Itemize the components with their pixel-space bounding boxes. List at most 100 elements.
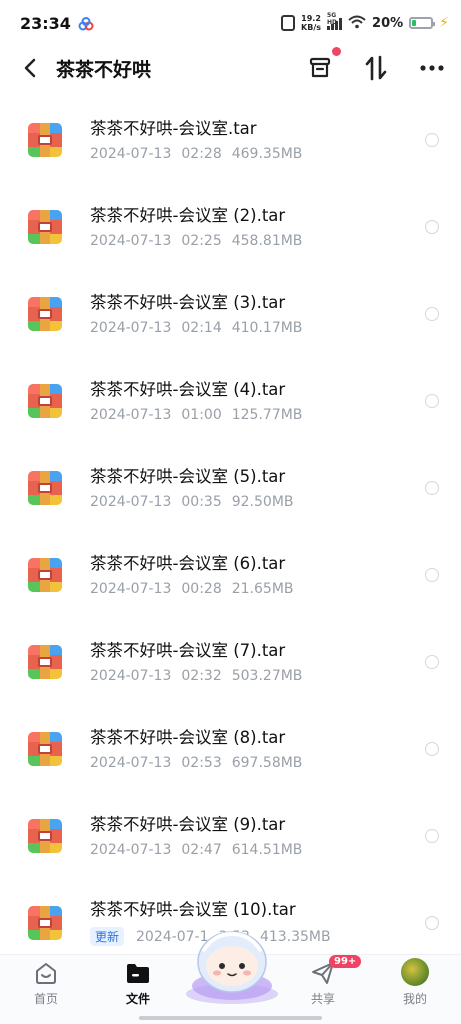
sort-button[interactable]: [361, 53, 391, 83]
network-speed-unit: KB/s: [301, 23, 322, 32]
file-time: 00:35: [181, 493, 222, 510]
file-date: 2024-07-13: [90, 232, 172, 249]
file-time: 02:14: [181, 319, 222, 336]
select-radio[interactable]: [425, 132, 439, 147]
select-radio[interactable]: [425, 219, 439, 234]
file-size: 410.17MB: [231, 319, 303, 336]
file-name: 茶茶不好哄-会议室 (2).tar: [90, 205, 286, 225]
file-time: 02:32: [181, 667, 222, 684]
file-date: 2024-07-13: [90, 580, 172, 597]
file-time: 02:25: [181, 232, 222, 249]
archive-file-icon: [28, 470, 62, 505]
select-radio[interactable]: [425, 915, 439, 930]
file-row[interactable]: 茶茶不好哄-会议室 (9).tar 2024-07-13 02:47 614.5…: [0, 792, 461, 879]
network-speed-value: 19.2: [301, 14, 321, 23]
folder-icon: [125, 960, 151, 986]
file-date: 2024-07-13: [90, 754, 172, 771]
more-button[interactable]: [417, 53, 447, 83]
status-time: 23:34: [20, 13, 71, 33]
file-name: 茶茶不好哄-会议室 (10).tar: [90, 900, 296, 919]
mascot-icon: [186, 931, 278, 1004]
archive-file-icon: [28, 731, 62, 766]
home-icon: [33, 960, 59, 986]
file-row[interactable]: 茶茶不好哄-会议室 (4).tar 2024-07-13 01:00 125.7…: [0, 357, 461, 444]
file-time: 02:28: [181, 145, 222, 162]
archive-file-icon: [28, 296, 62, 331]
cloud-app-icon: [77, 16, 95, 31]
file-date: 2024-07-13: [90, 841, 172, 858]
update-badge: 更新: [90, 927, 125, 946]
nav-label-me: 我的: [402, 992, 427, 1006]
file-name: 茶茶不好哄-会议室 (5).tar: [90, 466, 286, 486]
back-icon[interactable]: [18, 56, 42, 80]
wifi-icon: [348, 14, 366, 33]
file-meta: 2024-07-13 02:32 503.27MB: [90, 668, 425, 684]
file-meta: 2024-07-13 02:14 410.17MB: [90, 320, 425, 336]
nav-item-home[interactable]: 首页: [0, 955, 92, 1015]
file-row[interactable]: 茶茶不好哄-会议室 (7).tar 2024-07-13 02:32 503.2…: [0, 618, 461, 705]
header-bar: 茶茶不好哄: [0, 46, 461, 90]
file-row[interactable]: 茶茶不好哄-会议室 (5).tar 2024-07-13 00:35 92.50…: [0, 444, 461, 531]
file-meta: 2024-07-13 02:47 614.51MB: [90, 842, 425, 858]
file-date: 2024-07-13: [90, 406, 172, 423]
archive-file-icon: [28, 905, 62, 940]
file-meta: 2024-07-13 00:35 92.50MB: [90, 494, 425, 510]
avatar: [401, 958, 429, 986]
file-date: 2024-07-13: [90, 145, 172, 162]
file-size: 21.65MB: [231, 580, 294, 597]
file-name: 茶茶不好哄-会议室 (9).tar: [90, 814, 286, 834]
file-name: 茶茶不好哄-会议室 (3).tar: [90, 292, 286, 312]
file-time: 02:47: [181, 841, 222, 858]
file-time: 02:53: [181, 754, 222, 771]
file-row[interactable]: 茶茶不好哄-会议室 (2).tar 2024-07-13 02:25 458.8…: [0, 183, 461, 270]
archive-file-icon: [28, 209, 62, 244]
select-radio[interactable]: [425, 567, 439, 582]
file-name: 茶茶不好哄-会议室 (8).tar: [90, 727, 286, 747]
file-row[interactable]: 茶茶不好哄-会议室 (6).tar 2024-07-13 00:28 21.65…: [0, 531, 461, 618]
file-time: 01:00: [181, 406, 222, 423]
select-radio[interactable]: [425, 654, 439, 669]
file-meta: 2024-07-13 02:53 697.58MB: [90, 755, 425, 771]
archive-icon: [309, 57, 331, 78]
network-speed: 19.2 KB/s: [301, 14, 321, 32]
select-radio[interactable]: [425, 306, 439, 321]
nav-label-files: 文件: [125, 992, 150, 1006]
nav-label-home: 首页: [33, 992, 58, 1006]
file-name: 茶茶不好哄-会议室 (6).tar: [90, 553, 286, 573]
nav-item-share[interactable]: 99+ 共享: [277, 955, 369, 1015]
nav-item-me[interactable]: 我的: [369, 955, 461, 1015]
file-size: 458.81MB: [231, 232, 303, 249]
nav-item-files[interactable]: 文件: [92, 955, 184, 1015]
cellular-signal-icon: 5G HD: [327, 12, 343, 30]
select-radio[interactable]: [425, 741, 439, 756]
file-name: 茶茶不好哄-会议室.tar: [90, 118, 257, 138]
file-size: 125.77MB: [231, 406, 303, 423]
file-row[interactable]: 茶茶不好哄-会议室 (3).tar 2024-07-13 02:14 410.1…: [0, 270, 461, 357]
select-radio[interactable]: [425, 393, 439, 408]
select-radio[interactable]: [425, 828, 439, 843]
file-row[interactable]: 茶茶不好哄-会议室.tar 2024-07-13 02:28 469.35MB: [0, 96, 461, 183]
home-indicator[interactable]: [139, 1016, 322, 1020]
more-icon: [420, 65, 444, 71]
file-meta: 2024-07-13 00:28 21.65MB: [90, 581, 425, 597]
archive-file-icon: [28, 383, 62, 418]
file-meta: 2024-07-13 01:00 125.77MB: [90, 407, 425, 423]
file-date: 2024-07-13: [90, 493, 172, 510]
status-bar: 23:34 19.2 KB/s 5G HD 20% ⚡: [0, 0, 461, 46]
file-meta: 2024-07-13 02:25 458.81MB: [90, 233, 425, 249]
mascot-assistant-button[interactable]: [184, 928, 280, 1004]
file-row[interactable]: 茶茶不好哄-会议室 (8).tar 2024-07-13 02:53 697.5…: [0, 705, 461, 792]
select-radio[interactable]: [425, 480, 439, 495]
vibrate-icon: [281, 15, 296, 31]
file-size: 469.35MB: [231, 145, 303, 162]
file-size: 92.50MB: [231, 493, 294, 510]
share-badge: 99+: [329, 955, 362, 968]
file-name: 茶茶不好哄-会议室 (7).tar: [90, 640, 286, 660]
file-name: 茶茶不好哄-会议室 (4).tar: [90, 379, 286, 399]
archive-file-icon: [28, 557, 62, 592]
archive-button[interactable]: [305, 47, 341, 83]
nav-label-share: 共享: [310, 992, 335, 1006]
file-size: 614.51MB: [231, 841, 303, 858]
file-size: 503.27MB: [231, 667, 303, 684]
archive-file-icon: [28, 818, 62, 853]
